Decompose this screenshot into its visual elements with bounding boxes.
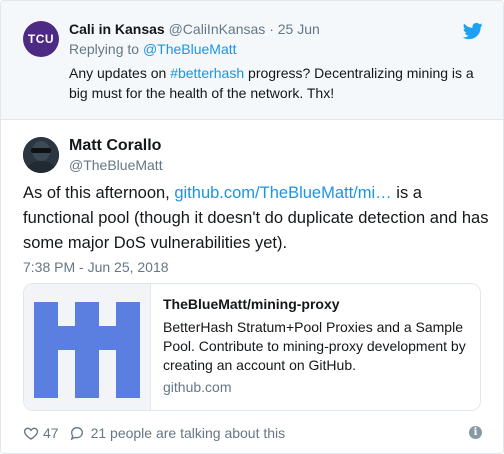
author-name[interactable]: Matt Corallo (69, 137, 161, 155)
author-handle[interactable]: @TheBlueMatt (69, 157, 163, 173)
replying-to-handle[interactable]: @TheBlueMatt (143, 41, 237, 57)
tweet-embed: TCU Cali in Kansas @CaliInKansas · 25 Ju… (0, 0, 504, 454)
text-part: As of this afternoon, (23, 184, 175, 202)
github-identicon (24, 284, 151, 410)
parent-tweet-text: Any updates on #betterhash progress? Dec… (69, 63, 479, 103)
link-card[interactable]: TheBlueMatt/mining-proxy BetterHash Stra… (23, 283, 481, 411)
text-part: Any updates on (69, 65, 171, 81)
parent-tweet-header: Cali in Kansas @CaliInKansas · 25 Jun (69, 21, 320, 37)
github-link[interactable]: github.com/TheBlueMatt/mi… (174, 184, 391, 202)
avatar[interactable]: TCU (23, 21, 59, 57)
tweet-actions: 47 21 people are talking about this (23, 425, 285, 441)
avatar[interactable] (23, 137, 59, 173)
replying-to-line: Replying to @TheBlueMatt (69, 41, 237, 57)
tweet-timestamp[interactable]: 7:38 PM - Jun 25, 2018 (23, 259, 169, 275)
profile-photo (23, 137, 59, 173)
hashtag-link[interactable]: #betterhash (170, 65, 244, 81)
card-domain: github.com (163, 379, 232, 395)
heart-icon[interactable] (23, 425, 39, 441)
card-description: BetterHash Stratum+Pool Proxies and a Sa… (163, 319, 466, 373)
talking-about-link[interactable]: 21 people are talking about this (91, 425, 286, 441)
twitter-bird-icon[interactable] (463, 21, 483, 41)
author-name[interactable]: Cali in Kansas (69, 21, 165, 37)
info-icon[interactable]: i (469, 426, 482, 439)
tweet-text: As of this afternoon, github.com/TheBlue… (23, 181, 493, 256)
tweet-date[interactable]: 25 Jun (278, 21, 320, 37)
card-title[interactable]: TheBlueMatt/mining-proxy (163, 296, 468, 312)
parent-tweet[interactable]: TCU Cali in Kansas @CaliInKansas · 25 Ju… (1, 1, 503, 120)
comment-bubble-icon[interactable] (69, 425, 85, 441)
card-body: TheBlueMatt/mining-proxy BetterHash Stra… (151, 284, 480, 410)
like-count[interactable]: 47 (43, 425, 59, 441)
separator: · (269, 21, 274, 37)
author-handle[interactable]: @CaliInKansas (169, 21, 266, 37)
replying-prefix: Replying to (69, 41, 140, 57)
